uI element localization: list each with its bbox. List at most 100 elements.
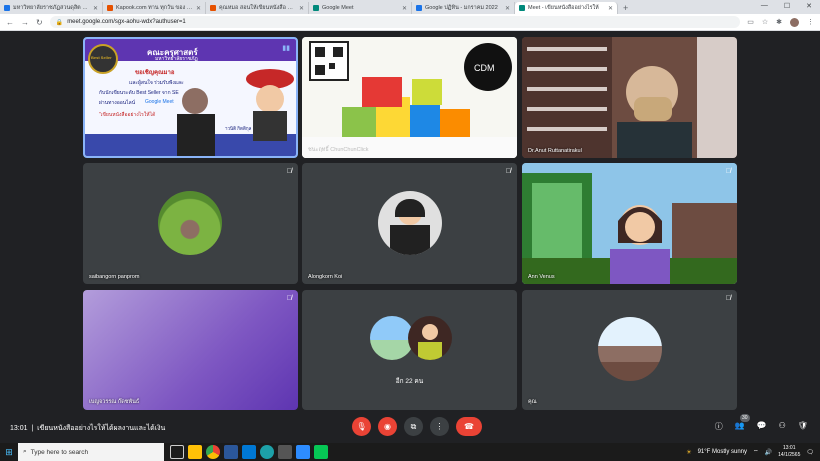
profile-avatar[interactable] [790,17,799,27]
line-icon[interactable] [314,445,328,459]
participant-name: ชนะฤทธิ์ ChunChunClick [308,147,369,153]
system-tray: ☀ 91°F Mostly sunny ⌔ 🔊 13:01 14/1/2565 … [686,443,814,461]
people-icon[interactable]: 👥 [735,421,745,432]
participant-video [522,37,737,158]
zoom-icon[interactable] [296,445,310,459]
mic-off-icon: 🎙 [356,422,367,431]
more-icon: ⋮ [435,422,444,431]
slide-line4: "เขียนหนังสืออย่างไรให้ได้ [99,112,156,118]
close-icon[interactable]: ✕ [93,5,98,12]
participant-tile[interactable]: 🎙̸ Alongkorn Koi [302,163,517,284]
close-window-icon[interactable]: ✕ [806,2,812,10]
tab-favicon [313,5,319,11]
slide-line3: ผ่านทางออนไลน์ [99,100,136,106]
mail-icon[interactable] [242,445,256,459]
participant-avatar [378,191,442,255]
word-icon[interactable] [224,445,238,459]
mic-toggle-button[interactable]: 🎙 [352,417,371,436]
notifications-icon[interactable]: 🗨 [806,449,814,456]
participant-tile[interactable]: Best Seller คณะครุศาสตร์ มหาวิทยาลัยราชภ… [83,37,298,158]
tab-favicon [519,5,525,11]
present-button[interactable]: ⧉ [404,417,423,436]
participant-tile-others[interactable]: อีก 22 คน [302,290,517,410]
reload-icon[interactable]: ↻ [36,18,43,27]
edge-icon[interactable] [260,445,274,459]
browser-tab-active[interactable]: Meet - เขียนหนังสืออย่างไรให้ ✕ [515,2,618,14]
tab-favicon [416,5,422,11]
participant-tile[interactable]: 🎙̸ Ann Venus [522,163,737,284]
best-seller-badge: Best Seller [91,55,112,60]
participant-tile[interactable]: 🎙̸ คุณ [522,290,737,410]
volume-icon[interactable]: 🔊 [765,449,772,456]
url-field[interactable]: 🔒 meet.google.com/sgx-aohu-wdx?authuser=… [49,16,741,28]
url-text: meet.google.com/sgx-aohu-wdx?authuser=1 [67,19,186,25]
participant-tile[interactable]: Dr.Anut Ruttanatirakul [522,37,737,158]
store-icon[interactable] [278,445,292,459]
activities-icon[interactable]: ⚇ [779,421,786,432]
tab-title: Google ปฏิทิน - มกราคม 2022 [425,5,498,11]
close-icon[interactable]: ✕ [402,5,407,12]
participant-name: Dr.Anut Ruttanatirakul [528,148,582,154]
participant-tile[interactable]: CDM ชนะฤทธิ์ ChunChunClick [302,37,517,158]
tab-strip: มหาวิทยาลัยราชภัฏสวนดุสิต Suan Dusit Ur✕… [0,0,820,14]
cast-icon[interactable]: ▭ [747,18,754,26]
chrome-icon[interactable] [206,445,220,459]
participant-tile[interactable]: 🎙̸ เบญจวรรณ ก๊ดชพันธ์ [83,290,298,410]
forward-icon[interactable]: → [21,18,29,27]
tab-title: คุณหมอ สอนให้เขียนหนังสือ ขอบคุณ [219,5,296,11]
tab-title: Google Meet [322,5,354,11]
browser-tab[interactable]: Google ปฏิทิน - มกราคม 2022 ✕ [412,2,515,14]
slide-speaker: าวนิติ กิตติกุล [225,126,252,131]
participant-video: CDM [302,37,517,158]
browser-tab[interactable]: คุณหมอ สอนให้เขียนหนังสือ ขอบคุณ✕ [206,2,309,14]
mic-off-icon: 🎙̸ [725,295,731,302]
camera-off-icon: ◉ [384,422,391,431]
tab-title: มหาวิทยาลัยราชภัฏสวนดุสิต Suan Dusit Ur [13,5,90,11]
windows-start-icon[interactable]: ⊞ [0,443,18,461]
tab-title: Kapook.com ทาน ทุกวัน ของ ดี ทุก [116,5,193,11]
browser-tab[interactable]: มหาวิทยาลัยราชภัฏสวนดุสิต Suan Dusit Ur✕ [0,2,103,14]
close-icon[interactable]: ✕ [608,5,613,12]
taskbar-search[interactable]: ⌕ Type here to search [18,443,164,461]
chat-icon[interactable]: 💬 [757,421,767,432]
new-tab-button[interactable]: + [618,2,633,14]
task-view-icon[interactable] [170,445,184,459]
lock-icon: 🔒 [55,19,64,26]
info-icon[interactable]: ⓘ [715,421,723,432]
address-bar: ← → ↻ 🔒 meet.google.com/sgx-aohu-wdx?aut… [0,14,820,31]
slide-platform: Google Meet [145,99,174,105]
maximize-icon[interactable]: ☐ [784,2,790,10]
extensions-icon[interactable]: ✱ [776,18,782,26]
leave-call-button[interactable]: ☎ [456,417,482,436]
participant-name: Ann Venus [528,274,555,280]
clock[interactable]: 13:01 14/1/2565 [778,445,800,459]
tab-title: Meet - เขียนหนังสืออย่างไรให้ [528,5,599,11]
more-options-button[interactable]: ⋮ [430,417,449,436]
menu-icon[interactable]: ⋮ [807,18,814,26]
minimize-icon[interactable]: — [761,2,768,10]
participant-name: คุณ [528,399,537,405]
browser-tab[interactable]: Kapook.com ทาน ทุกวัน ของ ดี ทุก ✕ [103,2,206,14]
browser-tab[interactable]: Google Meet ✕ [309,2,412,14]
participant-tile[interactable]: 🎙̸ saibangorn panprom [83,163,298,284]
participant-name: saibangorn panprom [89,274,140,280]
network-icon[interactable]: ⌔ [753,448,759,456]
host-controls-icon[interactable]: 🛡 [798,421,808,432]
present-icon: ⧉ [410,421,417,431]
weather-text[interactable]: 91°F Mostly sunny [698,449,747,455]
participant-avatar [158,191,222,255]
participant-name: Alongkorn Koi [308,274,343,280]
svg-text:CDM: CDM [474,63,495,73]
close-icon[interactable]: ✕ [196,5,201,12]
hang-up-icon: ☎ [464,422,474,431]
close-icon[interactable]: ✕ [505,5,510,12]
participant-avatar [598,317,662,381]
mic-off-icon: 🎙̸ [286,168,292,175]
slide-line2: กับนักเขียนระดับ Best Seller จาก SE [99,90,179,96]
star-icon[interactable]: ☆ [762,18,768,26]
file-explorer-icon[interactable] [188,445,202,459]
search-placeholder: Type here to search [30,448,89,456]
close-icon[interactable]: ✕ [299,5,304,12]
camera-toggle-button[interactable]: ◉ [378,417,397,436]
back-icon[interactable]: ← [6,18,14,27]
